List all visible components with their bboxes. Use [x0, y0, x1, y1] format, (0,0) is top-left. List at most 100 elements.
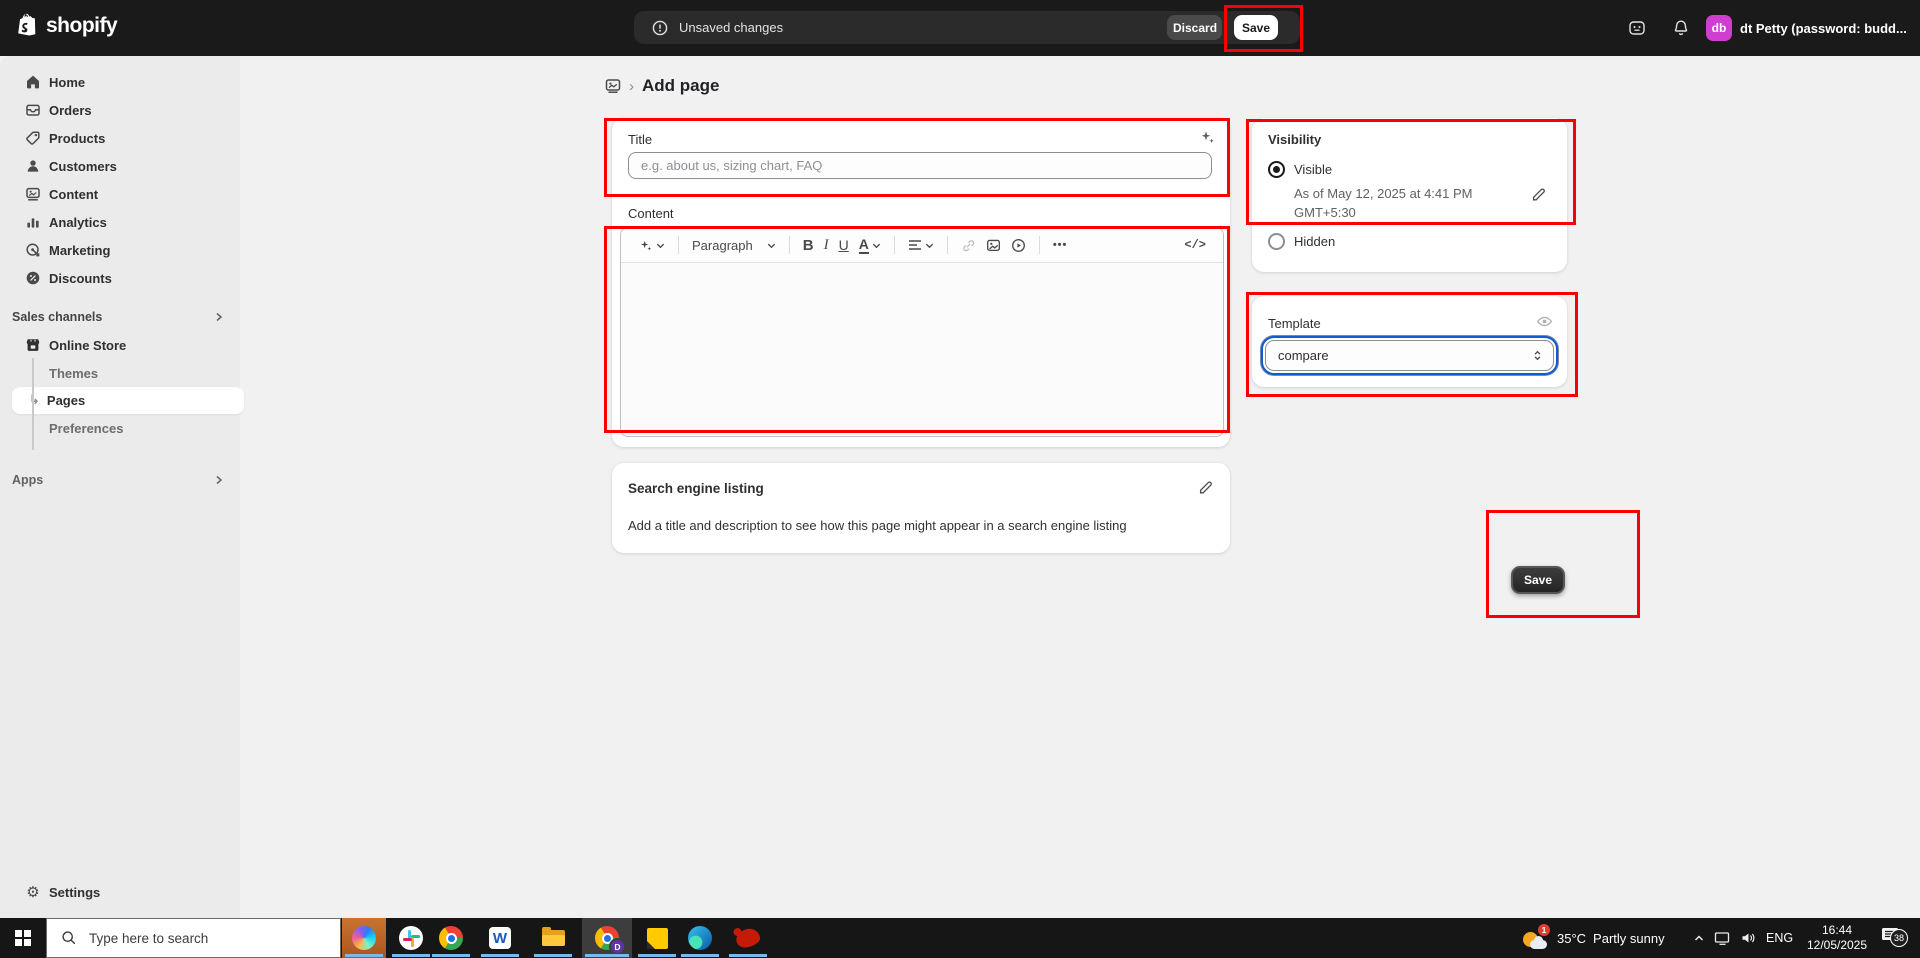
sidebar-item-label: Home [49, 75, 85, 90]
edit-pencil-icon[interactable] [1531, 186, 1547, 202]
radio-unselected-icon[interactable] [1268, 233, 1285, 250]
save-button[interactable]: Save [1234, 15, 1278, 40]
title-input[interactable] [628, 152, 1212, 179]
gear-icon: ⚙ [25, 884, 41, 900]
taskbar-app-red-creature-icon[interactable] [726, 918, 770, 958]
sidebar-header-apps[interactable]: Apps [0, 466, 240, 494]
notification-center-icon[interactable]: 38 [1880, 926, 1900, 943]
sidebar-item-online-store[interactable]: Online Store [0, 331, 240, 359]
edit-pencil-icon[interactable] [1198, 479, 1214, 495]
radio-selected-icon[interactable] [1268, 161, 1285, 178]
ai-sparkle-icon[interactable] [1198, 128, 1216, 146]
editor-body[interactable] [621, 263, 1223, 436]
taskbar-app-copilot-icon[interactable] [342, 918, 386, 958]
visibility-option-visible[interactable]: Visible [1268, 161, 1332, 178]
select-updown-icon [1531, 349, 1544, 362]
paragraph-style-dropdown[interactable]: Paragraph [687, 232, 781, 258]
sidebar-item-home[interactable]: Home [0, 68, 240, 96]
sidebar-item-label: Products [49, 131, 105, 146]
toolbar-divider [789, 236, 790, 254]
insert-image-icon[interactable] [981, 232, 1006, 258]
breadcrumb-separator: › [629, 78, 634, 95]
toolbar-divider [947, 236, 948, 254]
sidebar-item-customers[interactable]: Customers [0, 152, 240, 180]
taskbar-app-slack-icon[interactable] [389, 918, 433, 958]
settings-label: Settings [49, 885, 100, 900]
profile-name[interactable]: dt Petty (password: budd... [1740, 21, 1914, 36]
unsaved-changes-text: Unsaved changes [679, 20, 783, 35]
date-text: 12/05/2025 [1798, 938, 1876, 953]
avatar[interactable]: db [1706, 15, 1732, 41]
hidden-label: Hidden [1294, 234, 1335, 249]
sidebar-item-label: Analytics [49, 215, 107, 230]
visibility-option-hidden[interactable]: Hidden [1268, 233, 1335, 250]
sidebar-item-content[interactable]: Content [0, 180, 240, 208]
toolbar-divider [678, 236, 679, 254]
discard-button[interactable]: Discard [1167, 15, 1222, 40]
taskbar-app-word-icon[interactable]: W [478, 918, 522, 958]
insert-video-icon[interactable] [1006, 232, 1031, 258]
online-store-label: Online Store [49, 338, 126, 353]
pages-breadcrumb-icon[interactable] [605, 78, 621, 94]
taskbar-app-edge-icon[interactable] [678, 918, 722, 958]
tray-chevron-up-icon[interactable] [1692, 918, 1706, 958]
more-options-button[interactable]: ••• [1048, 232, 1073, 258]
template-title: Template [1268, 316, 1321, 331]
sidebar-item-label: Marketing [49, 243, 110, 258]
speaker-icon[interactable] [1740, 918, 1757, 958]
sidebar-item-discounts[interactable]: Discounts [0, 264, 240, 292]
taskbar-app-chrome-icon[interactable] [429, 918, 473, 958]
sidebar-item-settings[interactable]: ⚙ Settings [0, 878, 240, 906]
template-selected-value: compare [1278, 348, 1329, 363]
marketing-icon [25, 242, 41, 258]
title-label: Title [628, 132, 652, 147]
eye-preview-icon[interactable] [1536, 313, 1553, 330]
taskbar-search-input[interactable] [87, 930, 311, 947]
weather-icon: 1 [1522, 925, 1549, 952]
visibility-card: Visibility Visible As of May 12, 2025 at… [1252, 118, 1567, 272]
sidebar-header-sales-channels[interactable]: Sales channels [0, 303, 240, 331]
start-button[interactable] [0, 918, 46, 958]
text-color-button[interactable]: A [854, 232, 886, 258]
link-icon[interactable] [956, 232, 981, 258]
sidebar-item-label: Discounts [49, 271, 112, 286]
taskbar-app-file-explorer-icon[interactable] [531, 918, 575, 958]
language-indicator[interactable]: ENG [1766, 918, 1793, 958]
home-icon [25, 74, 41, 90]
taskbar-app-sticky-notes-icon[interactable] [635, 918, 679, 958]
bell-icon[interactable] [1672, 19, 1690, 37]
shopify-logo[interactable]: shopify [16, 13, 117, 39]
ai-sparkle-menu-button[interactable] [633, 232, 670, 258]
template-card: Template compare [1252, 296, 1567, 387]
taskbar-search[interactable] [46, 918, 341, 958]
sidebar-item-label: Customers [49, 159, 117, 174]
sidebar-item-themes[interactable]: Themes [0, 359, 240, 387]
toolbar-divider [1039, 236, 1040, 254]
sidebar-item-preferences[interactable]: Preferences [0, 414, 240, 442]
sidebar-item-analytics[interactable]: Analytics [0, 208, 240, 236]
sidebar-item-orders[interactable]: Orders [0, 96, 240, 124]
visibility-title: Visibility [1268, 132, 1321, 147]
underline-button[interactable]: U [834, 232, 854, 258]
taskbar-app-chrome-profile-icon[interactable]: D [582, 918, 632, 958]
code-view-button[interactable]: </> [1179, 232, 1211, 258]
weather-widget[interactable]: 1 35°C Partly sunny [1522, 918, 1665, 958]
sidekick-icon[interactable] [1628, 19, 1646, 37]
clock[interactable]: 16:44 12/05/2025 [1798, 918, 1876, 958]
sidebar-main-nav: Home Orders Products Customers Content Analyt… [0, 56, 240, 292]
bold-button[interactable]: B [798, 232, 819, 258]
themes-label: Themes [49, 366, 98, 381]
search-icon [61, 930, 77, 946]
template-select[interactable]: compare [1265, 340, 1554, 371]
floating-save-button[interactable]: Save [1511, 566, 1565, 594]
italic-button[interactable]: I [819, 232, 834, 258]
sidebar-item-marketing[interactable]: Marketing [0, 236, 240, 264]
network-icon[interactable] [1714, 918, 1731, 958]
annotation-box-floating-save [1486, 510, 1640, 618]
visible-label: Visible [1294, 162, 1332, 177]
breadcrumb: › Add page [605, 74, 719, 98]
alignment-button[interactable] [903, 232, 939, 258]
sidebar-item-products[interactable]: Products [0, 124, 240, 152]
search-engine-listing-card: Search engine listing Add a title and de… [612, 463, 1230, 553]
sidebar-item-pages-selected[interactable]: ↳ Pages [12, 387, 244, 414]
